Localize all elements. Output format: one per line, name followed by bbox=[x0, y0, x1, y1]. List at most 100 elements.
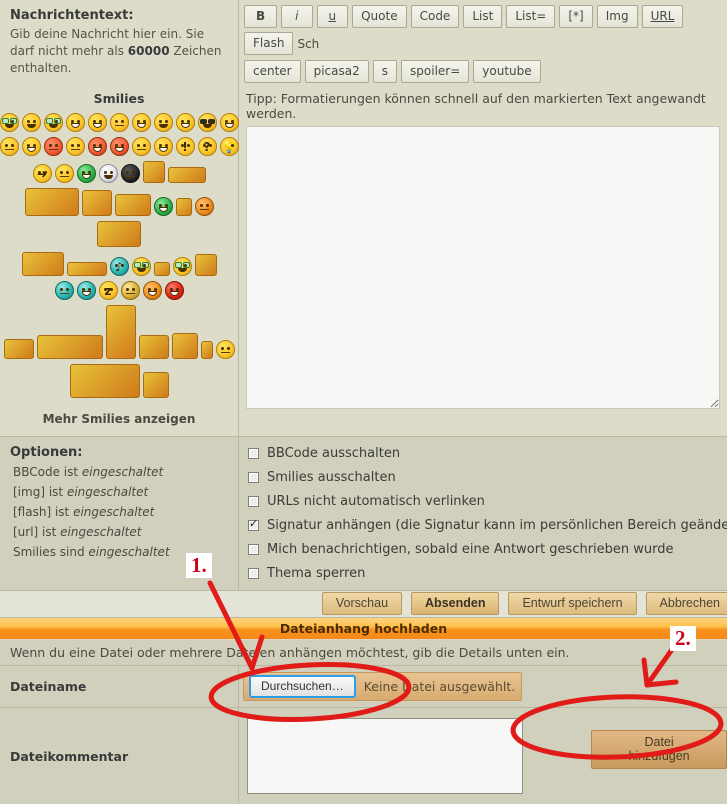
smiley-stop-sign[interactable] bbox=[105, 305, 136, 362]
smiley-drift[interactable] bbox=[66, 262, 107, 279]
more-smilies-link[interactable]: Mehr Smilies anzeigen bbox=[8, 412, 230, 426]
smiley-ninja[interactable] bbox=[54, 281, 74, 303]
smiley-wideeyes[interactable] bbox=[153, 113, 173, 135]
bbcode-button-flash[interactable]: Flash bbox=[244, 32, 294, 55]
smiley-surprised[interactable] bbox=[21, 113, 41, 135]
bbcode-button-center[interactable]: center bbox=[244, 60, 301, 83]
smiley-idea[interactable]: 💡 bbox=[219, 137, 239, 159]
smiley-happy[interactable] bbox=[87, 113, 107, 135]
checkbox[interactable] bbox=[248, 472, 259, 483]
bbcode-button-picasa2[interactable]: picasa2 bbox=[304, 60, 369, 83]
bbcode-button-code[interactable]: Code bbox=[410, 5, 460, 28]
smiley-angel[interactable] bbox=[114, 194, 151, 219]
post-option-row[interactable]: Mich benachrichtigen, sobald eine Antwor… bbox=[248, 542, 727, 557]
smiley-grin[interactable] bbox=[65, 113, 85, 135]
smiley-music[interactable]: ♪ bbox=[109, 257, 129, 279]
smiley-thumbsup-green[interactable] bbox=[76, 281, 96, 303]
smiley-face-glyph bbox=[131, 257, 151, 276]
smiley-bomb[interactable] bbox=[120, 164, 140, 186]
bbcode-button-list[interactable]: List bbox=[463, 5, 503, 28]
smiley-hilfe-sign[interactable] bbox=[69, 364, 140, 401]
save-draft-button[interactable]: Entwurf speichern bbox=[508, 592, 637, 615]
smiley-sprite-glyph bbox=[97, 221, 141, 247]
checkbox[interactable] bbox=[248, 448, 259, 459]
smiley-nerd-glasses[interactable] bbox=[0, 113, 19, 135]
smiley-confused[interactable] bbox=[0, 137, 19, 159]
checkbox[interactable] bbox=[248, 568, 259, 579]
smiley-beer[interactable] bbox=[153, 262, 170, 279]
bbcode-button-quote[interactable]: Quote bbox=[352, 5, 407, 28]
bbcode-button-url[interactable]: URL bbox=[641, 5, 684, 28]
smiley-geek[interactable] bbox=[43, 113, 63, 135]
post-option-row[interactable]: Smilies ausschalten bbox=[248, 470, 727, 485]
bbcode-button-s[interactable]: s bbox=[372, 60, 398, 83]
smiley-tongue[interactable] bbox=[21, 137, 41, 159]
smiley-thumbsdown[interactable] bbox=[200, 341, 213, 362]
smiley-devilish[interactable] bbox=[109, 137, 129, 159]
smiley-sleeping[interactable]: z bbox=[98, 281, 118, 303]
post-option-row[interactable]: URLs nicht automatisch verlinken bbox=[248, 494, 727, 509]
bbcode-button-[interactable]: [*] bbox=[559, 5, 593, 28]
smiley-roll-eyes[interactable] bbox=[215, 340, 235, 362]
smiley-waiting[interactable] bbox=[142, 372, 169, 401]
submit-button[interactable]: Absenden bbox=[411, 592, 500, 615]
option-status-line: [url] ist eingeschaltet bbox=[13, 525, 228, 539]
smiley-silly[interactable] bbox=[131, 137, 151, 159]
smiley-cheers-left[interactable] bbox=[131, 257, 151, 279]
smiley-facepalm[interactable] bbox=[120, 281, 140, 303]
smiley-wave-hand[interactable] bbox=[175, 198, 192, 219]
add-file-button[interactable]: Datei hinzufügen bbox=[591, 730, 727, 769]
smiley-police[interactable] bbox=[138, 335, 169, 362]
smiley-notes[interactable] bbox=[194, 254, 217, 279]
file-input-control[interactable]: Durchsuchen… Keine Datei ausgewählt. bbox=[243, 672, 523, 701]
smiley-laugh[interactable] bbox=[131, 113, 151, 135]
checkbox[interactable] bbox=[248, 496, 259, 507]
post-option-row[interactable]: Signatur anhängen (die Signatur kann im … bbox=[248, 517, 727, 533]
browse-button[interactable]: Durchsuchen… bbox=[249, 675, 356, 698]
smiley-neutral[interactable] bbox=[109, 113, 129, 135]
smiley-orange[interactable] bbox=[194, 197, 214, 219]
checkbox-checked[interactable] bbox=[248, 517, 259, 531]
bbcode-button-i[interactable]: i bbox=[281, 5, 313, 28]
smiley-cheerleader[interactable] bbox=[81, 190, 112, 219]
cancel-button[interactable]: Abbrechen bbox=[645, 592, 727, 615]
bbcode-button-spoiler[interactable]: spoiler= bbox=[401, 60, 470, 83]
smiley-helmet[interactable] bbox=[142, 161, 165, 186]
bbcode-button-cutoff[interactable]: Sch bbox=[297, 37, 319, 51]
smiley-teeth[interactable] bbox=[65, 137, 85, 159]
message-textarea[interactable] bbox=[246, 126, 720, 409]
smiley-exclamation[interactable]: ! bbox=[175, 137, 195, 159]
smiley-censored[interactable] bbox=[167, 167, 206, 186]
post-option-row[interactable]: BBCode ausschalten bbox=[248, 446, 727, 461]
bbcode-button-img[interactable]: Img bbox=[596, 5, 638, 28]
smiley-smile[interactable] bbox=[175, 113, 195, 135]
smiley-arrow[interactable]: ➜ bbox=[32, 164, 52, 186]
bbcode-button-u[interactable]: u bbox=[316, 5, 349, 28]
smiley-torch[interactable] bbox=[171, 333, 198, 362]
file-comment-textarea[interactable] bbox=[247, 718, 524, 794]
smiley-ghost[interactable] bbox=[98, 164, 118, 186]
smiley-laughing-orange[interactable] bbox=[142, 281, 162, 303]
smiley-bremse-sign[interactable] bbox=[3, 339, 34, 362]
smiley-plain[interactable] bbox=[54, 164, 74, 186]
preview-button[interactable]: Vorschau bbox=[321, 592, 403, 615]
post-option-row[interactable]: Thema sperren bbox=[248, 566, 727, 581]
smiley-green-grin[interactable] bbox=[76, 164, 96, 186]
smiley-group-helmets[interactable] bbox=[36, 335, 103, 362]
smiley-cheers-right[interactable] bbox=[172, 257, 192, 279]
smiley-motorbike[interactable] bbox=[97, 221, 141, 250]
smiley-wink[interactable] bbox=[153, 137, 173, 159]
smiley-bike-rider[interactable] bbox=[24, 188, 79, 219]
smiley-angry-red[interactable] bbox=[43, 137, 63, 159]
bbcode-button-b[interactable]: B bbox=[244, 5, 278, 28]
smiley-quad-rider[interactable] bbox=[21, 252, 64, 279]
smiley-question[interactable]: ? bbox=[197, 137, 217, 159]
checkbox[interactable] bbox=[248, 544, 259, 555]
smiley-lol[interactable] bbox=[219, 113, 239, 135]
smiley-green-wave[interactable] bbox=[153, 197, 173, 219]
bbcode-button-list[interactable]: List= bbox=[506, 5, 556, 28]
smiley-evil[interactable] bbox=[87, 137, 107, 159]
smiley-devil[interactable] bbox=[164, 281, 184, 303]
smiley-cool[interactable] bbox=[197, 113, 217, 135]
bbcode-button-youtube[interactable]: youtube bbox=[473, 60, 541, 83]
